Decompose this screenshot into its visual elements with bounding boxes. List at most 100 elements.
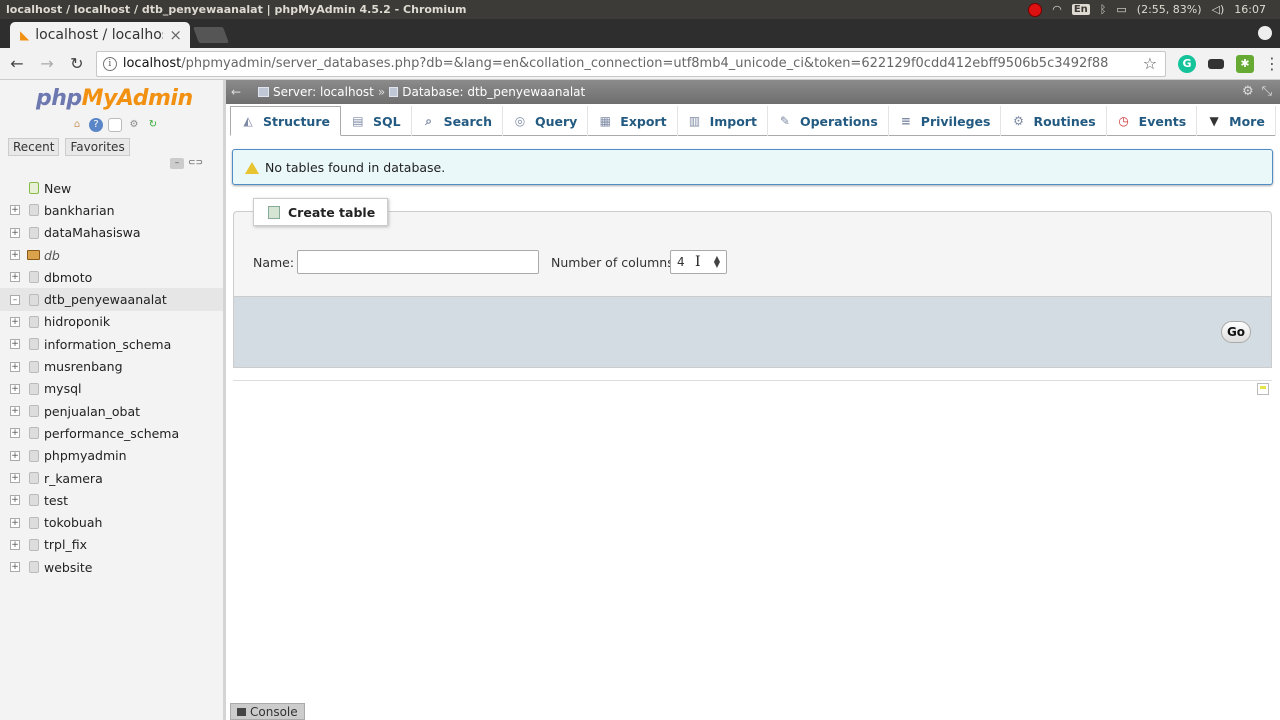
expand-icon[interactable]: + — [10, 539, 20, 550]
database-name[interactable]: r_kamera — [44, 471, 103, 486]
tree-item-database[interactable]: – dtb_penyewaanalat — [0, 288, 223, 311]
tab-search[interactable]: ⌕ Search — [412, 106, 503, 136]
tab-privileges[interactable]: ≡ Privileges — [889, 106, 1002, 136]
database-name[interactable]: musrenbang — [44, 359, 123, 374]
breadcrumb-database[interactable]: Database: dtb_penyewaanalat — [402, 85, 585, 99]
home-icon[interactable]: ⌂ — [70, 118, 84, 132]
expand-icon[interactable]: + — [10, 406, 20, 417]
tab-import[interactable]: ▥ Import — [678, 106, 768, 136]
recent-button[interactable]: Recent — [8, 138, 60, 156]
database-name[interactable]: dataMahasiswa — [44, 225, 141, 240]
database-name[interactable]: dbmoto — [44, 270, 92, 285]
tab-events[interactable]: ◷ Events — [1107, 106, 1198, 136]
expand-icon[interactable]: + — [10, 339, 20, 350]
expand-icon[interactable]: + — [10, 205, 20, 216]
docs-icon[interactable] — [108, 118, 122, 132]
browser-tab[interactable]: ◣ localhost / localhos × — [10, 22, 190, 48]
battery-icon[interactable]: ▭ — [1116, 3, 1126, 16]
wifi-icon[interactable]: ◠ — [1052, 3, 1062, 16]
clock[interactable]: 16:07 — [1234, 3, 1266, 16]
address-bar[interactable]: i localhost /phpmyadmin/server_databases… — [95, 50, 1167, 77]
database-name[interactable]: bankharian — [44, 203, 115, 218]
expand-icon[interactable]: + — [10, 383, 20, 394]
tree-item-database[interactable]: + penjualan_obat — [0, 400, 223, 422]
mask-extension-icon[interactable] — [1208, 58, 1225, 69]
settings-gear-icon[interactable]: ⚙ — [1242, 84, 1254, 99]
browser-menu-icon[interactable]: ⋮ — [1264, 54, 1280, 73]
tree-item-database[interactable]: + dbmoto — [0, 266, 223, 288]
tree-item-database[interactable]: + information_schema — [0, 333, 223, 355]
tree-item-new[interactable]: New — [0, 177, 223, 199]
database-name[interactable]: trpl_fix — [44, 537, 87, 552]
bookmark-star-icon[interactable]: ☆ — [1135, 54, 1165, 73]
tree-item-database[interactable]: + musrenbang — [0, 355, 223, 377]
bluetooth-icon[interactable]: ᛒ — [1100, 3, 1107, 16]
tree-item-database[interactable]: + performance_schema — [0, 422, 223, 444]
tab-structure[interactable]: ◭ Structure — [230, 106, 341, 136]
expand-icon[interactable]: + — [10, 517, 20, 528]
favorites-button[interactable]: Favorites — [65, 138, 130, 156]
expand-icon[interactable]: + — [10, 450, 20, 461]
database-name[interactable]: performance_schema — [44, 426, 179, 441]
record-icon[interactable] — [1028, 2, 1043, 17]
expand-icon[interactable]: + — [10, 227, 20, 238]
tab-export[interactable]: ▦ Export — [588, 106, 678, 136]
tab-query[interactable]: ◎ Query — [503, 106, 589, 136]
table-name-input[interactable] — [297, 250, 539, 274]
tab-close-icon[interactable]: × — [169, 26, 190, 44]
tab-sql[interactable]: ▤ SQL — [341, 106, 412, 136]
keyboard-layout-indicator[interactable]: En — [1071, 4, 1090, 15]
settings-gear-icon[interactable]: ⚙ — [127, 118, 141, 132]
database-name[interactable]: phpmyadmin — [44, 448, 127, 463]
help-icon[interactable]: ? — [89, 118, 103, 132]
expand-icon[interactable]: + — [10, 250, 20, 261]
database-name[interactable]: information_schema — [44, 337, 171, 352]
tree-item-database[interactable]: + trpl_fix — [0, 534, 223, 556]
volume-icon[interactable]: ◁) — [1212, 3, 1225, 16]
tab-more[interactable]: ▼ More — [1197, 106, 1276, 136]
reload-button[interactable]: ↻ — [64, 51, 90, 77]
tree-item-database[interactable]: + test — [0, 489, 223, 511]
tree-item-database[interactable]: + bankharian — [0, 199, 223, 221]
tree-item-database[interactable]: + hidroponik — [0, 311, 223, 333]
expand-icon[interactable]: + — [10, 473, 20, 483]
number-of-columns-stepper[interactable]: 4 I ▲ ▼ — [670, 250, 727, 274]
info-icon[interactable]: i — [102, 56, 117, 71]
collapse-panel-icon[interactable]: ← — [226, 85, 246, 99]
phpmyadmin-logo[interactable]: phpMyAdmin — [36, 86, 193, 111]
bug-extension-icon[interactable]: ✱ — [1236, 54, 1254, 73]
expand-icon[interactable]: + — [10, 562, 20, 573]
database-name[interactable]: mysql — [44, 381, 82, 396]
collapse-icon[interactable]: – — [10, 294, 20, 305]
expand-icon[interactable]: + — [10, 495, 20, 506]
tab-routines[interactable]: ⚙ Routines — [1001, 106, 1107, 136]
collapse-all-icon[interactable]: – — [170, 158, 184, 169]
tree-item-database[interactable]: + db — [0, 244, 223, 266]
expand-icon[interactable]: + — [10, 272, 20, 283]
tab-operations[interactable]: ✎ Operations — [768, 106, 889, 136]
expand-icon[interactable]: + — [10, 428, 20, 439]
database-name[interactable]: penjualan_obat — [44, 404, 140, 419]
maximize-icon[interactable]: ⤡ — [1262, 84, 1272, 99]
spinner-arrows-icon[interactable]: ▲ ▼ — [714, 255, 720, 269]
expand-icon[interactable]: + — [10, 361, 20, 372]
profile-icon[interactable] — [1258, 26, 1272, 40]
database-name[interactable]: hidroponik — [44, 314, 110, 329]
grammarly-extension-icon[interactable]: G — [1178, 54, 1197, 73]
database-name[interactable]: tokobuah — [44, 515, 102, 530]
expand-icon[interactable]: + — [10, 316, 20, 327]
new-database-link[interactable]: New — [44, 181, 71, 196]
forward-button[interactable]: → — [34, 51, 60, 77]
back-button[interactable]: ← — [4, 51, 30, 77]
tree-item-database[interactable]: + phpmyadmin — [0, 445, 223, 467]
console-toggle[interactable]: Console — [230, 703, 305, 720]
database-name[interactable]: db — [44, 248, 60, 263]
go-button[interactable]: Go — [1221, 321, 1251, 343]
reload-navigation-icon[interactable]: ↻ — [146, 118, 160, 132]
tree-item-database[interactable]: + website — [0, 556, 223, 578]
database-name[interactable]: dtb_penyewaanalat — [44, 292, 167, 307]
page-settings-icon[interactable] — [1257, 383, 1269, 395]
link-icon[interactable]: ⊂⊃ — [188, 158, 203, 169]
tree-item-database[interactable]: + mysql — [0, 378, 223, 400]
new-tab-button[interactable] — [193, 27, 229, 43]
